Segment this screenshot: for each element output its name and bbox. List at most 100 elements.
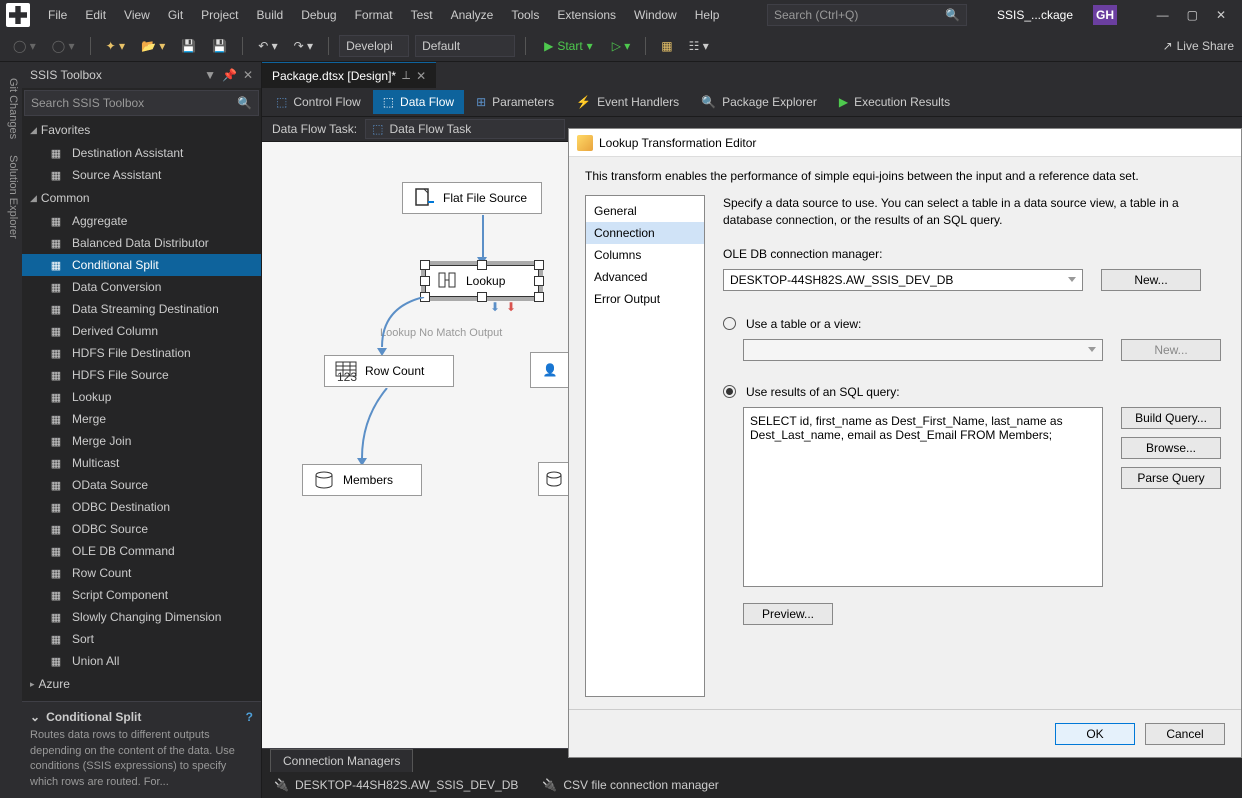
tree-group[interactable]: ◢ Favorites bbox=[22, 118, 261, 142]
close-tab-icon[interactable]: ✕ bbox=[416, 69, 426, 83]
tree-group[interactable]: ▸ Azure bbox=[22, 672, 261, 696]
nav-fwd-button[interactable]: ◯ ▾ bbox=[47, 36, 80, 56]
toolbox-item[interactable]: ▦OLE DB Command bbox=[22, 540, 261, 562]
toolbox-item[interactable]: ▦Source Assistant bbox=[22, 164, 261, 186]
node-flat-file-source[interactable]: Flat File Source bbox=[402, 182, 542, 214]
close-button[interactable]: ✕ bbox=[1216, 8, 1226, 22]
toolbox-item[interactable]: ▦Row Count bbox=[22, 562, 261, 584]
maximize-button[interactable]: ▢ bbox=[1187, 8, 1198, 22]
build-query-button[interactable]: Build Query... bbox=[1121, 407, 1221, 429]
menu-edit[interactable]: Edit bbox=[77, 3, 114, 27]
conn-mgr-item-db[interactable]: 🔌DESKTOP-44SH82S.AW_SSIS_DEV_DB bbox=[274, 778, 518, 792]
chevron-down-icon[interactable]: ⌄ bbox=[30, 710, 40, 724]
toolbox-item[interactable]: ▦Script Component bbox=[22, 584, 261, 606]
toolbox-search-input[interactable]: Search SSIS Toolbox 🔍 bbox=[24, 90, 259, 116]
toolbox-item[interactable]: ▦ODBC Destination bbox=[22, 496, 261, 518]
toolbox-item[interactable]: ▦Union All bbox=[22, 650, 261, 672]
menu-file[interactable]: File bbox=[40, 3, 75, 27]
toolbox-item[interactable]: ▦Data Conversion bbox=[22, 276, 261, 298]
menu-git[interactable]: Git bbox=[160, 3, 191, 27]
node-lookup[interactable]: Lookup bbox=[424, 264, 540, 298]
undo-button[interactable]: ↶ ▾ bbox=[253, 36, 282, 56]
document-tab[interactable]: Package.dtsx [Design]* ⟂ ✕ bbox=[262, 62, 436, 88]
tab-package-explorer[interactable]: 🔍Package Explorer bbox=[691, 90, 827, 114]
option-table-row[interactable]: Use a table or a view: bbox=[723, 317, 1225, 331]
panel-pin-icon[interactable]: 📌 bbox=[222, 68, 237, 82]
menu-build[interactable]: Build bbox=[249, 3, 292, 27]
toolbox-item[interactable]: ▦HDFS File Source bbox=[22, 364, 261, 386]
new-conn-button[interactable]: New... bbox=[1101, 269, 1201, 291]
toolbox-item[interactable]: ▦Data Streaming Destination bbox=[22, 298, 261, 320]
toolbox-item[interactable]: ▦Derived Column bbox=[22, 320, 261, 342]
tab-parameters[interactable]: ⊞Parameters bbox=[466, 90, 564, 114]
live-share-button[interactable]: ↗ Live Share bbox=[1163, 39, 1234, 53]
toolbox-item[interactable]: ▦OData Source bbox=[22, 474, 261, 496]
menu-extensions[interactable]: Extensions bbox=[549, 3, 624, 27]
toolbox-item[interactable]: ▦Balanced Data Distributor bbox=[22, 232, 261, 254]
connection-managers-tab[interactable]: Connection Managers bbox=[270, 749, 413, 772]
tab-event-handlers[interactable]: ⚡Event Handlers bbox=[566, 90, 689, 114]
conn-mgr-dropdown[interactable]: DESKTOP-44SH82S.AW_SSIS_DEV_DB bbox=[723, 269, 1083, 291]
tab-control-flow[interactable]: ⬚Control Flow bbox=[266, 90, 371, 114]
save-all-button[interactable]: 💾 bbox=[207, 36, 232, 56]
menu-help[interactable]: Help bbox=[687, 3, 728, 27]
help-icon[interactable]: ? bbox=[246, 710, 253, 724]
nav-error-output[interactable]: Error Output bbox=[586, 288, 704, 310]
toolbox-item[interactable]: ▦Conditional Split bbox=[22, 254, 261, 276]
dialog-titlebar[interactable]: Lookup Transformation Editor bbox=[569, 129, 1241, 157]
menu-view[interactable]: View bbox=[116, 3, 158, 27]
ok-button[interactable]: OK bbox=[1055, 723, 1135, 745]
toolbox-item[interactable]: ▦Destination Assistant bbox=[22, 142, 261, 164]
output-arrow-red[interactable]: ⬇ bbox=[506, 300, 516, 314]
toolbox-item[interactable]: ▦Multicast bbox=[22, 452, 261, 474]
option-sql-row[interactable]: Use results of an SQL query: bbox=[723, 385, 1225, 399]
config-dropdown[interactable]: Developi bbox=[339, 35, 409, 57]
toolbox-item[interactable]: ▦ODBC Source bbox=[22, 518, 261, 540]
menu-analyze[interactable]: Analyze bbox=[443, 3, 502, 27]
nav-back-button[interactable]: ◯ ▾ bbox=[8, 36, 41, 56]
toolbox-item[interactable]: ▦Merge Join bbox=[22, 430, 261, 452]
output-arrow-blue[interactable]: ⬇ bbox=[490, 300, 500, 314]
tb-icon2[interactable]: ☷ ▾ bbox=[684, 36, 714, 56]
redo-button[interactable]: ↷ ▾ bbox=[289, 36, 318, 56]
tab-data-flow[interactable]: ⬚Data Flow bbox=[373, 90, 464, 114]
toolbox-item[interactable]: ▦Lookup bbox=[22, 386, 261, 408]
data-flow-task-dropdown[interactable]: ⬚Data Flow Task bbox=[365, 119, 565, 139]
user-badge[interactable]: GH bbox=[1093, 5, 1117, 25]
nav-advanced[interactable]: Advanced bbox=[586, 266, 704, 288]
menu-tools[interactable]: Tools bbox=[503, 3, 547, 27]
node-members[interactable]: Members bbox=[302, 464, 422, 496]
tb-icon1[interactable]: ▦ bbox=[656, 36, 677, 56]
tab-solution-explorer[interactable]: Solution Explorer bbox=[0, 147, 22, 247]
start-button[interactable]: ▶ Start ▾ bbox=[536, 36, 601, 56]
nav-columns[interactable]: Columns bbox=[586, 244, 704, 266]
preview-button[interactable]: Preview... bbox=[743, 603, 833, 625]
panel-close-icon[interactable]: ✕ bbox=[243, 68, 253, 82]
tree-group[interactable]: ◢ Common bbox=[22, 186, 261, 210]
search-input[interactable]: Search (Ctrl+Q) 🔍 bbox=[767, 4, 967, 26]
node-partial-1[interactable]: 👤 bbox=[530, 352, 570, 388]
parse-query-button[interactable]: Parse Query bbox=[1121, 467, 1221, 489]
menu-window[interactable]: Window bbox=[626, 3, 685, 27]
save-button[interactable]: 💾 bbox=[176, 36, 201, 56]
menu-test[interactable]: Test bbox=[403, 3, 441, 27]
browse-button[interactable]: Browse... bbox=[1121, 437, 1221, 459]
node-partial-2[interactable] bbox=[538, 462, 570, 496]
nav-general[interactable]: General bbox=[586, 200, 704, 222]
panel-dropdown-icon[interactable]: ▼ bbox=[204, 68, 216, 82]
minimize-button[interactable]: ― bbox=[1157, 8, 1169, 22]
toolbox-item[interactable]: ▦Merge bbox=[22, 408, 261, 430]
tab-execution-results[interactable]: ▶Execution Results bbox=[829, 90, 960, 114]
menu-project[interactable]: Project bbox=[193, 3, 246, 27]
toolbox-item[interactable]: ▦Aggregate bbox=[22, 210, 261, 232]
start-noDebug-button[interactable]: ▷ ▾ bbox=[607, 36, 636, 56]
conn-mgr-item-csv[interactable]: 🔌CSV file connection manager bbox=[542, 778, 718, 792]
nav-connection[interactable]: Connection bbox=[586, 222, 704, 244]
toolbox-item[interactable]: ▦HDFS File Destination bbox=[22, 342, 261, 364]
pin-icon[interactable]: ⟂ bbox=[402, 68, 410, 83]
radio-sql[interactable] bbox=[723, 385, 736, 398]
sql-query-input[interactable] bbox=[743, 407, 1103, 587]
radio-table[interactable] bbox=[723, 317, 736, 330]
menu-format[interactable]: Format bbox=[347, 3, 401, 27]
new-item-button[interactable]: ✦ ▾ bbox=[101, 36, 130, 56]
